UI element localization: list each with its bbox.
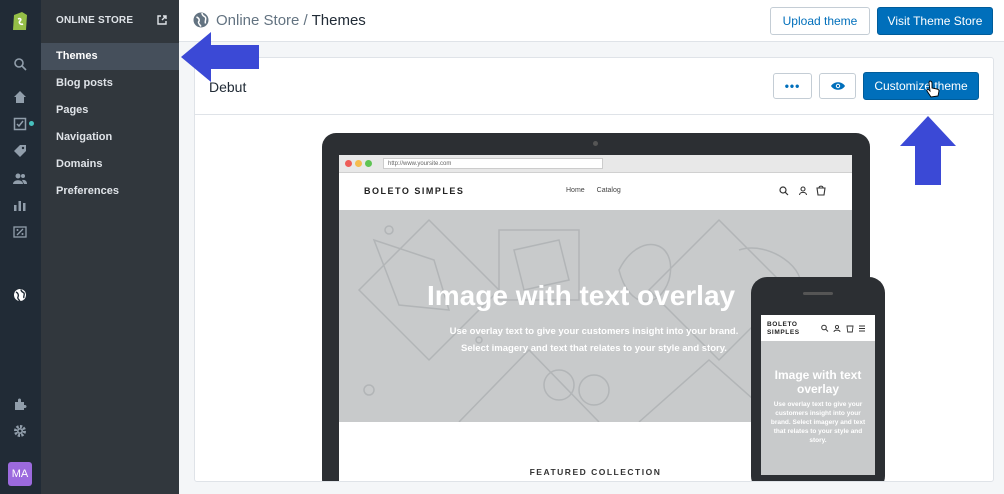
customize-theme-button[interactable]: Customize theme bbox=[863, 72, 979, 100]
mobile-hero-title: Image with text overlay bbox=[774, 368, 862, 396]
eye-icon bbox=[830, 82, 845, 90]
preview-button[interactable] bbox=[819, 73, 856, 99]
browser-minimize-dot bbox=[355, 160, 362, 167]
visit-theme-store-button[interactable]: Visit Theme Store bbox=[877, 7, 993, 35]
browser-close-dot bbox=[345, 160, 352, 167]
mobile-brand-line-1: BOLETO bbox=[767, 321, 798, 328]
annotation-up-arrow-icon bbox=[898, 116, 958, 191]
phone-speaker bbox=[803, 292, 833, 295]
shopify-logo-icon[interactable] bbox=[8, 9, 32, 33]
external-link-icon[interactable] bbox=[156, 13, 168, 25]
sidebar-item-domains[interactable]: Domains bbox=[41, 151, 179, 178]
site-nav: Home Catalog bbox=[566, 187, 631, 194]
camera-dot bbox=[593, 141, 598, 146]
site-search-icon bbox=[779, 186, 789, 196]
mouse-cursor-icon bbox=[926, 80, 940, 103]
current-theme-card: Debut ••• Customize theme http://www.you… bbox=[194, 57, 994, 482]
subnav-heading: ONLINE STORE bbox=[56, 15, 134, 26]
sidebar-item-themes[interactable]: Themes bbox=[41, 43, 179, 70]
sidebar-item-blog-posts[interactable]: Blog posts bbox=[41, 70, 179, 97]
site-header: BOLETO SIMPLES Home Catalog bbox=[339, 173, 852, 210]
mobile-cart-icon bbox=[846, 325, 854, 333]
mobile-brand-line-2: SIMPLES bbox=[767, 329, 800, 336]
site-nav-catalog: Catalog bbox=[596, 187, 621, 194]
hero-subtitle-line-2: Select imagery and text that relates to … bbox=[461, 343, 727, 354]
site-nav-home: Home bbox=[566, 187, 585, 194]
search-icon[interactable] bbox=[11, 55, 29, 73]
browser-url: http://www.yoursite.com bbox=[383, 158, 603, 169]
online-store-icon[interactable] bbox=[11, 286, 29, 304]
top-bar: Online Store / Themes Upload theme Visit… bbox=[179, 0, 1004, 42]
avatar[interactable]: MA bbox=[8, 462, 32, 486]
upload-theme-button[interactable]: Upload theme bbox=[770, 7, 870, 35]
online-store-breadcrumb-icon bbox=[193, 12, 209, 28]
settings-icon[interactable] bbox=[11, 422, 29, 440]
site-header-icons bbox=[779, 185, 839, 199]
mobile-account-icon bbox=[833, 324, 841, 333]
sidebar-item-preferences[interactable]: Preferences bbox=[41, 178, 179, 205]
mobile-brand: BOLETO SIMPLES bbox=[767, 321, 800, 337]
hero-title: Image with text overlay bbox=[427, 280, 736, 311]
icon-rail: MA bbox=[0, 0, 41, 494]
site-brand: BOLETO SIMPLES bbox=[364, 186, 465, 196]
sidebar-item-pages[interactable]: Pages bbox=[41, 97, 179, 124]
site-account-icon bbox=[798, 186, 808, 196]
mobile-search-icon bbox=[821, 324, 829, 332]
hero-subtitle: Use overlay text to give your customers … bbox=[429, 323, 759, 357]
mobile-menu-icon bbox=[859, 325, 865, 332]
discounts-icon[interactable] bbox=[11, 223, 29, 241]
hero-subtitle-line-1: Use overlay text to give your customers … bbox=[449, 326, 739, 337]
card-divider bbox=[195, 114, 993, 115]
breadcrumb: Online Store / Themes bbox=[216, 12, 366, 29]
browser-bar: http://www.yoursite.com bbox=[339, 155, 852, 173]
analytics-icon[interactable] bbox=[11, 196, 29, 214]
customers-icon[interactable] bbox=[11, 169, 29, 187]
mobile-preview: BOLETO SIMPLES Image with text overlay U… bbox=[751, 277, 885, 481]
breadcrumb-separator: / bbox=[299, 12, 312, 29]
apps-icon[interactable] bbox=[11, 395, 29, 413]
online-store-subnav: ONLINE STORE Themes Blog posts Pages Nav… bbox=[41, 0, 179, 494]
orders-icon[interactable] bbox=[11, 115, 29, 133]
mobile-preview-screen: BOLETO SIMPLES Image with text overlay U… bbox=[761, 315, 875, 475]
annotation-left-arrow-icon bbox=[181, 32, 261, 87]
browser-maximize-dot bbox=[365, 160, 372, 167]
notification-dot bbox=[29, 121, 34, 126]
page-title: Themes bbox=[311, 12, 366, 29]
mobile-header-icons bbox=[821, 324, 871, 335]
mobile-hero-subtitle: Use overlay text to give your customers … bbox=[770, 401, 866, 444]
site-cart-icon bbox=[816, 185, 826, 196]
tag-icon[interactable] bbox=[11, 142, 29, 160]
sidebar-item-navigation[interactable]: Navigation bbox=[41, 124, 179, 151]
breadcrumb-parent[interactable]: Online Store bbox=[216, 12, 299, 29]
mobile-hero-banner: Image with text overlay Use overlay text… bbox=[761, 341, 875, 475]
home-icon[interactable] bbox=[11, 88, 29, 106]
more-actions-button[interactable]: ••• bbox=[773, 73, 812, 99]
